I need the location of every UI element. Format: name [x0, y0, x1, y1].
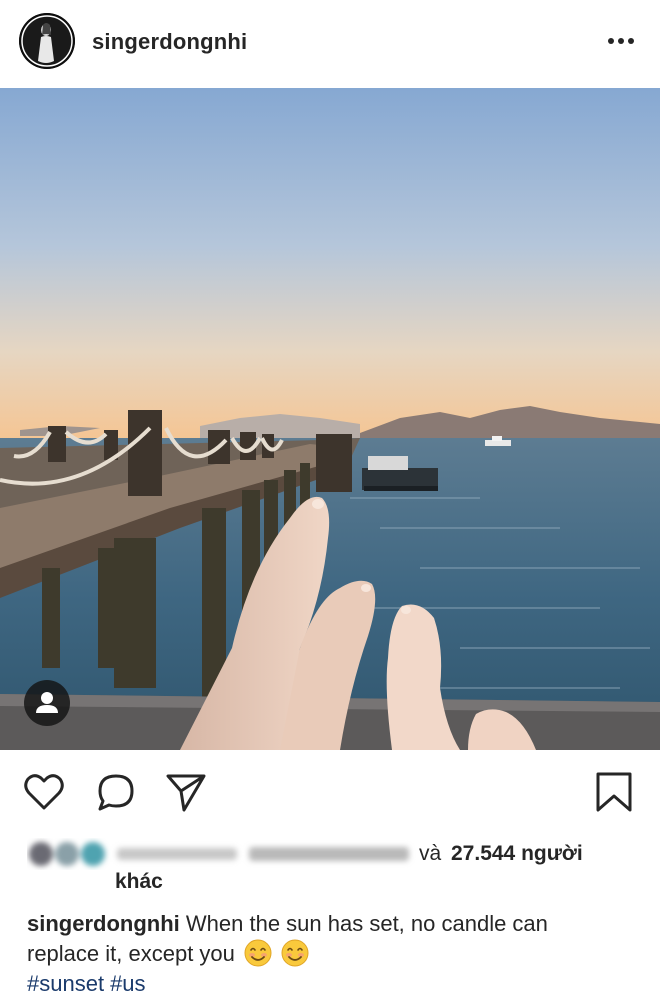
- caption-hashtags: #sunset #us: [27, 969, 637, 999]
- smiling-face-emoji: [244, 939, 272, 967]
- likes-count[interactable]: 27.544 người: [451, 842, 583, 866]
- user-tag-icon: [36, 692, 58, 713]
- caption-username[interactable]: singerdongnhi: [27, 911, 180, 936]
- post-caption: singerdongnhi When the sun has set, no c…: [27, 909, 637, 999]
- comment-icon: [98, 774, 134, 811]
- caption-text-line2: replace it, except you: [27, 941, 235, 966]
- hashtag-us[interactable]: #us: [110, 971, 145, 996]
- blurred-liker-names: [27, 838, 417, 870]
- likes-and-text: và: [419, 842, 442, 865]
- send-icon: [166, 774, 206, 812]
- more-options-button[interactable]: [604, 26, 638, 56]
- save-button[interactable]: [590, 768, 638, 816]
- likes-summary[interactable]: và 27.544 người khác: [27, 838, 637, 898]
- caption-text-line1: When the sun has set, no candle can: [185, 911, 548, 936]
- smiling-face-emoji: [281, 939, 309, 967]
- share-button[interactable]: [162, 768, 210, 816]
- avatar[interactable]: [19, 13, 75, 69]
- hashtag-sunset[interactable]: #sunset: [27, 971, 104, 996]
- user-tags-button[interactable]: [24, 680, 70, 726]
- likes-others[interactable]: khác: [115, 870, 163, 894]
- post-username[interactable]: singerdongnhi: [92, 29, 247, 55]
- post-photo[interactable]: [0, 88, 660, 750]
- like-button[interactable]: [20, 768, 68, 816]
- heart-icon: [24, 774, 64, 810]
- post-header: singerdongnhi: [0, 0, 660, 84]
- post-actions: [0, 756, 660, 826]
- bookmark-icon: [596, 772, 632, 812]
- more-horizontal-icon: [608, 38, 634, 44]
- comment-button[interactable]: [92, 768, 140, 816]
